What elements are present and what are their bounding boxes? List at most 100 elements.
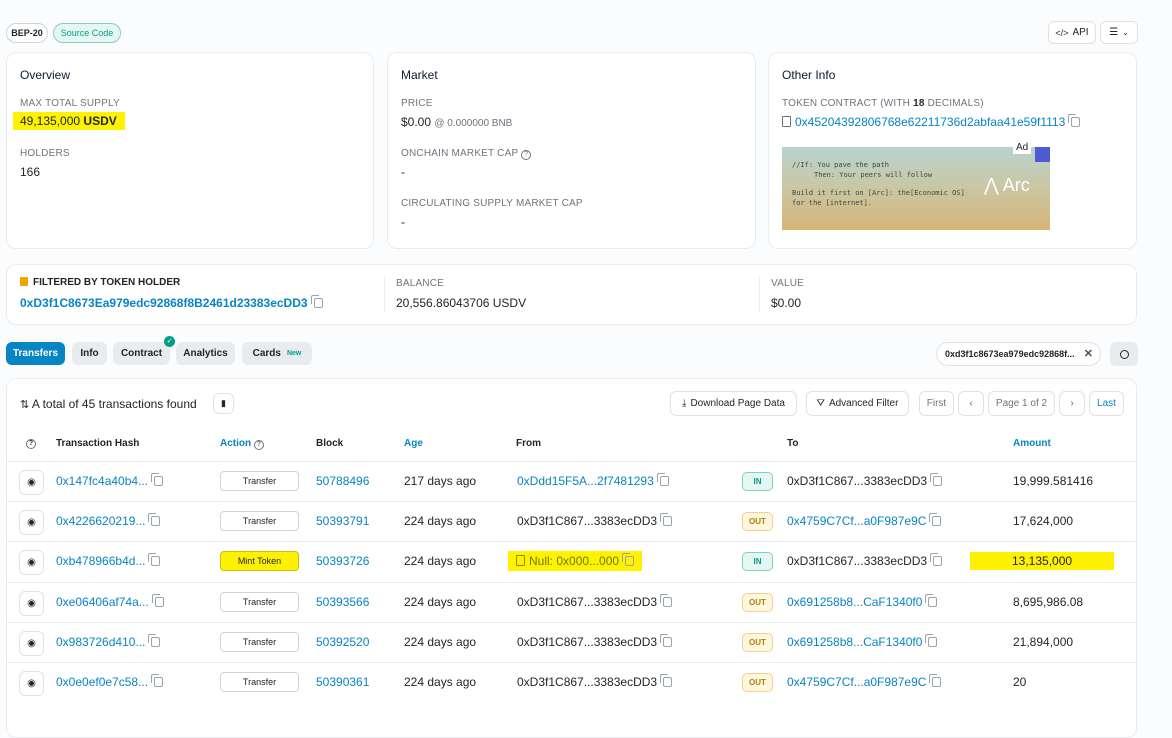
ad-banner[interactable]: //If: You pave the path Then: Your peers… <box>782 147 1050 230</box>
divider <box>384 277 385 313</box>
col-age[interactable]: Age <box>404 438 423 449</box>
onchain-cap-text: ONCHAIN MARKET CAP <box>401 148 519 159</box>
holders-label: HOLDERS <box>20 148 70 159</box>
eye-icon[interactable]: ◉ <box>19 591 44 616</box>
copy-icon[interactable] <box>660 513 673 526</box>
copy-icon[interactable] <box>151 674 164 687</box>
sort-icon[interactable]: ⇅ <box>20 399 29 411</box>
first-page-button[interactable]: First <box>919 391 954 416</box>
overview-title: Overview <box>20 68 71 82</box>
col-amount[interactable]: Amount <box>1013 438 1051 449</box>
balance-value: 20,556.86043706 USDV <box>396 296 527 310</box>
copy-icon[interactable] <box>929 674 942 687</box>
eye-icon[interactable]: ◉ <box>19 671 44 696</box>
tx-hash-link[interactable]: 0x4226620219... <box>56 514 145 528</box>
eye-glyph: ◉ <box>27 557 36 568</box>
copy-icon[interactable] <box>622 553 635 566</box>
holder-address-link[interactable]: 0xD3f1C8673Ea979edc92868f8B2461d23383ecD… <box>20 296 308 310</box>
block-link[interactable]: 50393791 <box>316 514 369 528</box>
age: 224 days ago <box>404 635 477 649</box>
address-filter-chip[interactable]: 0xd3f1c8673ea979edc92868f... ✕ <box>936 342 1101 366</box>
info-icon[interactable]: ? <box>521 150 532 160</box>
copy-icon[interactable] <box>148 634 161 647</box>
list-icon: ☰ <box>1109 27 1119 38</box>
tab-analytics[interactable]: Analytics <box>176 342 235 365</box>
max-supply-value: 49,135,000 USDV <box>13 112 125 130</box>
copy-icon[interactable] <box>925 634 938 647</box>
other-info-card: Other Info TOKEN CONTRACT (WITH 18 DECIM… <box>768 52 1137 249</box>
contract-label-post: DECIMALS) <box>924 98 984 109</box>
table-row: ◉ 0x0e0ef0e7c58... Transfer 50390361 224 day… <box>6 662 1137 702</box>
tx-hash-link[interactable]: 0x0e0ef0e7c58... <box>56 675 148 689</box>
last-page-button[interactable]: Last <box>1089 391 1124 416</box>
amount: 17,624,000 <box>1013 514 1074 528</box>
block-link[interactable]: 50393726 <box>316 554 369 568</box>
eye-glyph: ◉ <box>27 638 36 649</box>
document-icon <box>516 555 525 566</box>
page-indicator: Page 1 of 2 <box>988 391 1055 416</box>
tx-hash-link[interactable]: 0x147fc4a40b4... <box>56 474 148 488</box>
block-link[interactable]: 50392520 <box>316 635 369 649</box>
copy-icon[interactable] <box>930 473 943 486</box>
copy-icon[interactable] <box>148 513 161 526</box>
block-link[interactable]: 50390361 <box>316 675 369 689</box>
copy-icon[interactable] <box>660 674 673 687</box>
tab-transfers[interactable]: Transfers <box>6 342 65 365</box>
amount: 13,135,000 <box>970 552 1115 570</box>
copy-icon[interactable] <box>148 553 161 566</box>
eye-icon[interactable]: ◉ <box>19 631 44 656</box>
ad-info-icon[interactable] <box>1035 147 1050 162</box>
from-link[interactable]: 0xDdd15F5A...2f7481293 <box>517 474 654 488</box>
col-to: To <box>787 438 799 449</box>
tab-cards[interactable]: Cards New <box>242 342 312 365</box>
eye-icon[interactable]: ◉ <box>19 510 44 535</box>
close-icon[interactable]: ✕ <box>1084 347 1093 360</box>
block-link[interactable]: 50393566 <box>316 595 369 609</box>
advanced-filter-button[interactable]: ⛛ Advanced Filter <box>806 391 909 416</box>
next-page-button[interactable]: › <box>1059 391 1085 416</box>
advanced-label: Advanced Filter <box>828 398 899 409</box>
copy-icon[interactable] <box>660 634 673 647</box>
to-link[interactable]: 0x691258b8...CaF1340f0 <box>787 595 922 609</box>
download-button[interactable]: ⤓ Download Page Data <box>670 391 797 416</box>
chevron-right-icon: › <box>1070 398 1074 409</box>
wallet-icon <box>20 277 28 286</box>
menu-dropdown-button[interactable]: ☰ ⌄ <box>1100 21 1138 44</box>
eye-glyph: ◉ <box>27 517 36 528</box>
search-icon <box>1119 349 1129 359</box>
help-icon[interactable]: ? <box>26 439 36 449</box>
copy-icon[interactable] <box>151 473 164 486</box>
prev-page-button[interactable]: ‹ <box>958 391 984 416</box>
token-contract-link[interactable]: 0x45204392806768e62211736d2abfaa41e59f11… <box>795 115 1065 129</box>
tx-hash-link[interactable]: 0xe06406af74a... <box>56 595 149 609</box>
copy-icon[interactable] <box>1068 114 1081 127</box>
from-link[interactable]: Null: 0x000...000 <box>529 554 619 568</box>
copy-icon[interactable] <box>656 473 669 486</box>
copy-icon[interactable] <box>929 513 942 526</box>
tx-hash-link[interactable]: 0x983726d410... <box>56 635 145 649</box>
source-code-badge[interactable]: Source Code <box>53 23 121 43</box>
copy-icon[interactable] <box>151 594 164 607</box>
tab-contract[interactable]: Contract <box>113 342 170 365</box>
info-icon[interactable]: ? <box>253 440 264 450</box>
block-link[interactable]: 50788496 <box>316 474 369 488</box>
copy-icon[interactable] <box>925 594 938 607</box>
tx-hash-link[interactable]: 0xb478966b4d... <box>56 554 145 568</box>
eye-icon[interactable]: ◉ <box>19 550 44 575</box>
max-supply-label: MAX TOTAL SUPPLY <box>20 98 120 109</box>
overview-card: Overview MAX TOTAL SUPPLY 49,135,000 USD… <box>6 52 374 249</box>
chart-button[interactable]: ▮ <box>213 393 234 414</box>
action-badge: Transfer <box>220 592 299 612</box>
action-badge: Transfer <box>220 511 299 531</box>
api-button[interactable]: </> API <box>1048 21 1096 44</box>
copy-icon[interactable] <box>660 594 673 607</box>
age: 217 days ago <box>404 474 477 488</box>
copy-icon[interactable] <box>310 295 323 308</box>
eye-icon[interactable]: ◉ <box>19 470 44 495</box>
search-button[interactable] <box>1110 342 1138 366</box>
copy-icon[interactable] <box>930 553 943 566</box>
to-link[interactable]: 0x4759C7Cf...a0F987e9C <box>787 514 926 528</box>
to-link[interactable]: 0x4759C7Cf...a0F987e9C <box>787 675 926 689</box>
to-link[interactable]: 0x691258b8...CaF1340f0 <box>787 635 922 649</box>
tab-info[interactable]: Info <box>72 342 107 365</box>
